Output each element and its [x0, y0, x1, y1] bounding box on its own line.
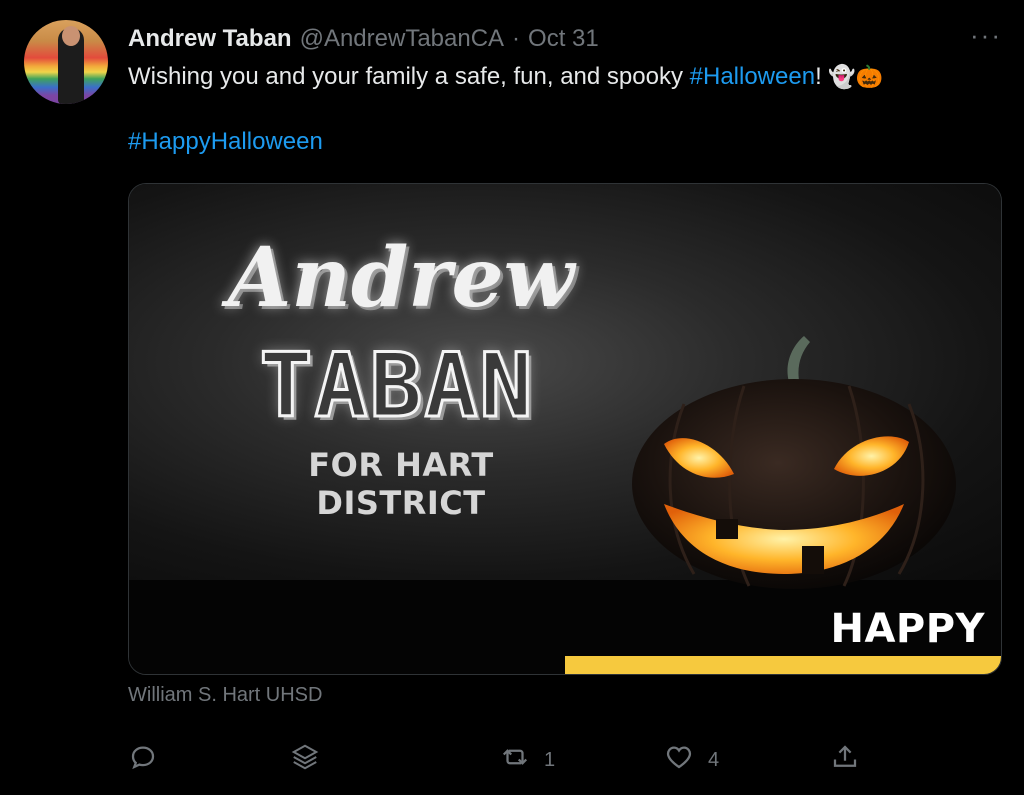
stack-button[interactable] [290, 740, 334, 780]
tweet-date[interactable]: Oct 31 [528, 25, 599, 53]
pumpkin-emoji: 🎃 [855, 64, 884, 89]
like-count: 4 [708, 748, 720, 771]
retweet-icon [500, 742, 530, 778]
header-separator: · [512, 25, 521, 52]
hashtag-happyhalloween[interactable]: #HappyHalloween [128, 128, 323, 156]
media-banner-text: HAPPY HALLOWEEN [700, 606, 985, 674]
avatar-head [62, 26, 80, 46]
like-icon [664, 742, 694, 778]
media-block-name: TABAN [258, 333, 535, 439]
ghost-emoji: 👻 [828, 64, 856, 89]
more-icon[interactable]: ··· [968, 22, 1004, 50]
share-button[interactable] [830, 740, 874, 780]
media-district-line: FOR HART DISTRICT [308, 446, 494, 522]
author-handle[interactable]: @AndrewTabanCA [300, 25, 504, 53]
jack-o-lantern-image [624, 334, 964, 594]
tweet-actions: 1 4 [128, 740, 868, 780]
retweet-count: 1 [544, 748, 556, 771]
tweet-text-exclaim: ! [815, 63, 822, 90]
reply-button[interactable] [128, 740, 172, 780]
media-banner-accent [565, 656, 1001, 674]
share-icon [830, 742, 860, 778]
tweet-media[interactable]: Andrew TABAN FOR HART DISTRICT HAPPY [128, 183, 1002, 675]
retweet-button[interactable]: 1 [500, 740, 555, 780]
like-button[interactable]: 4 [664, 740, 719, 780]
tweet-text-body: Wishing you and your family a safe, fun,… [128, 63, 690, 90]
author-name[interactable]: Andrew Taban [128, 25, 292, 53]
media-script-name: Andrew [227, 230, 575, 326]
reply-icon [128, 742, 158, 778]
tweet-source-label[interactable]: William S. Hart UHSD [128, 684, 322, 707]
tweet-text: Wishing you and your family a safe, fun,… [128, 60, 988, 94]
tweet-header: Andrew Taban @AndrewTabanCA · Oct 31 [128, 24, 599, 54]
hashtag-halloween[interactable]: #Halloween [690, 63, 815, 90]
stack-icon [290, 742, 320, 778]
avatar[interactable] [24, 20, 108, 104]
